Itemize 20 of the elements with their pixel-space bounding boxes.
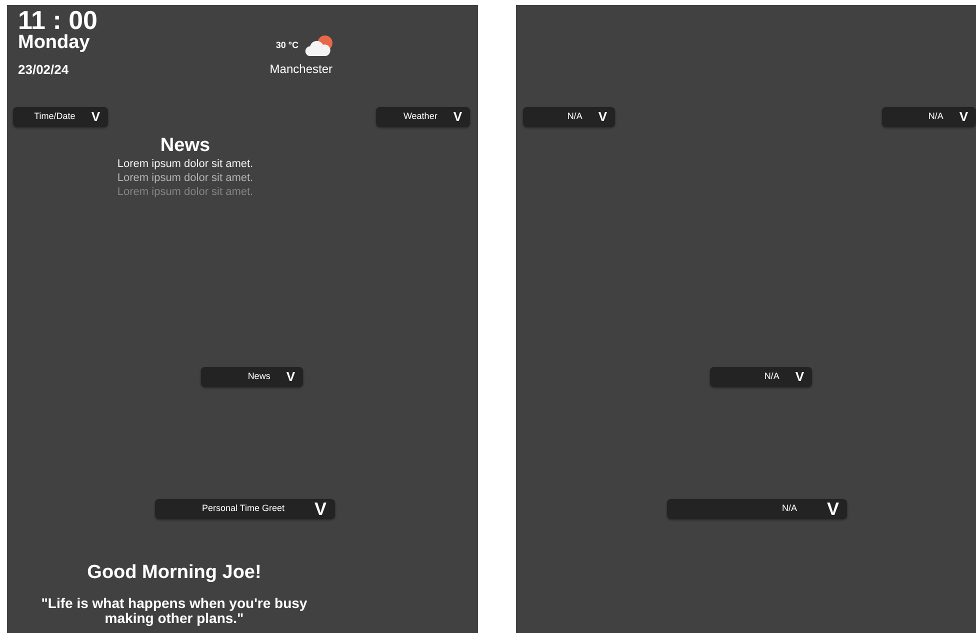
module-dropdown[interactable]: N/A V bbox=[667, 499, 847, 519]
greeting-text: Good Morning Joe! bbox=[86, 561, 262, 585]
weekday-text: Monday bbox=[18, 33, 91, 54]
module-dropdown[interactable]: News V bbox=[201, 367, 303, 387]
city-text: Manchester bbox=[270, 61, 332, 78]
date-text: 23/02/24 bbox=[18, 60, 70, 79]
weather-icon bbox=[302, 35, 332, 57]
temperature-text: 30 °C bbox=[276, 39, 298, 52]
module-dropdown[interactable]: Weather V bbox=[376, 107, 470, 127]
module-dropdown[interactable]: N/A V bbox=[710, 367, 812, 387]
module-dropdown[interactable]: N/A V bbox=[523, 107, 615, 127]
news-headline: Lorem ipsum dolor sit amet. bbox=[116, 185, 254, 200]
clock-time: 11 : 00 bbox=[18, 7, 98, 33]
module-dropdown[interactable]: Time/Date V bbox=[13, 107, 108, 127]
news-headline: Lorem ipsum dolor sit amet. bbox=[116, 171, 254, 186]
news-heading: News bbox=[159, 136, 212, 157]
module-dropdown[interactable]: N/A V bbox=[882, 107, 976, 127]
module-dropdown[interactable]: Personal Time Greet V bbox=[154, 499, 334, 519]
quote-text: "Life is what happens when you're busy making other plans." bbox=[40, 596, 308, 626]
news-headline: Lorem ipsum dolor sit amet. bbox=[116, 156, 254, 172]
